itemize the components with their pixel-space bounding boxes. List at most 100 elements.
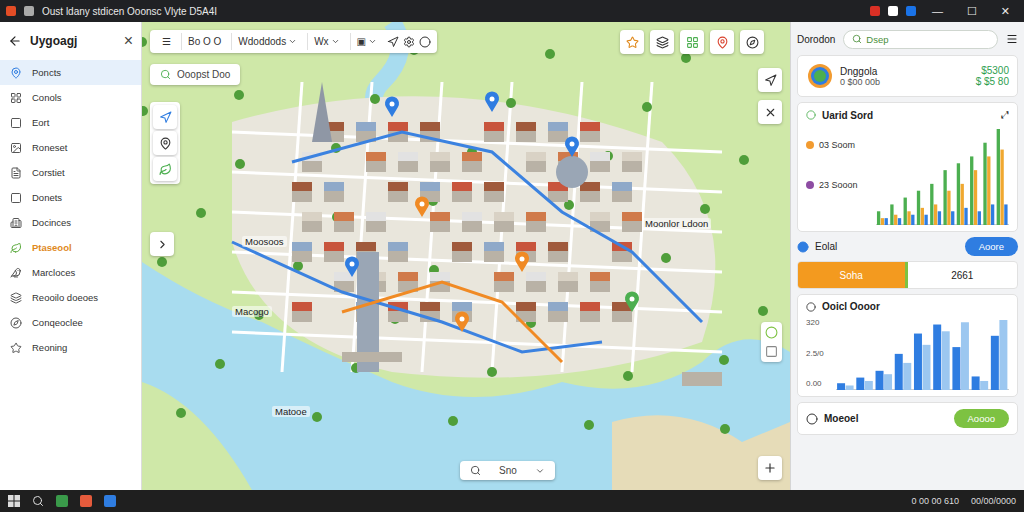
- search-icon: [470, 465, 481, 476]
- pin-button[interactable]: [710, 30, 734, 54]
- expand-button[interactable]: ⤢: [1001, 109, 1009, 121]
- map-pin-icon[interactable]: [515, 251, 529, 272]
- sidebar-item[interactable]: Poncts: [0, 60, 141, 85]
- footer-card: MoeoelAoooo: [797, 402, 1018, 435]
- square-icon[interactable]: [765, 345, 778, 358]
- chart-bar: [894, 215, 897, 225]
- map-side-buttons: [761, 322, 782, 362]
- map-pin-icon[interactable]: [565, 136, 579, 157]
- sidebar-item-icon: [10, 167, 22, 179]
- profile-icon[interactable]: [888, 6, 898, 16]
- bar-chart: [836, 316, 1009, 390]
- sidebar-item[interactable]: Eort: [0, 110, 141, 135]
- menu-icon[interactable]: [1006, 33, 1018, 45]
- tools-button[interactable]: [740, 30, 764, 54]
- map-pin-icon[interactable]: [455, 311, 469, 332]
- sidebar-item[interactable]: Marcloces: [0, 260, 141, 285]
- chart-bar: [921, 208, 924, 225]
- sidebar-item[interactable]: Reoning: [0, 335, 141, 360]
- pin-icon: [716, 36, 729, 49]
- progress-fill: Soha: [798, 262, 908, 288]
- city-map[interactable]: [142, 22, 790, 490]
- sidebar: Uygoagj×PonctsConolsEortRonesetCorstietD…: [0, 22, 142, 490]
- app-window: Oust ldany stdicen Ooonsc Vlyte D5A4I—☐✕…: [0, 0, 1024, 512]
- axis-tick: 2.5/0: [806, 349, 836, 358]
- extension-icon[interactable]: [906, 6, 916, 16]
- window-control-button[interactable]: —: [924, 5, 951, 17]
- map-label: Moonlor Ldoon: [642, 218, 711, 229]
- pin-button[interactable]: [153, 131, 177, 155]
- sidebar-item[interactable]: Ptaseool: [0, 235, 141, 260]
- legend-item: 03 Soom: [806, 125, 876, 165]
- map-expand: [150, 232, 174, 256]
- map-chip[interactable]: Ooopst Doo: [150, 64, 240, 85]
- map-pin-icon[interactable]: [415, 196, 429, 217]
- clear-button[interactable]: [758, 100, 782, 124]
- navigation-icon[interactable]: [387, 36, 399, 48]
- main: Uygoagj×PonctsConolsEortRonesetCorstietD…: [0, 22, 1024, 490]
- toolbar-button[interactable]: Wx: [307, 33, 345, 50]
- panel-title: Dorodon: [797, 34, 835, 45]
- app-icon[interactable]: [80, 495, 92, 507]
- window-control-button[interactable]: ✕: [993, 5, 1018, 18]
- confirm-button[interactable]: Aoooo: [954, 409, 1009, 428]
- legend-dot: [806, 181, 814, 189]
- sidebar-item[interactable]: Donets: [0, 185, 141, 210]
- layer-button[interactable]: [650, 30, 674, 54]
- map-pin-icon[interactable]: [345, 256, 359, 277]
- axis-tick: 0.00: [806, 379, 836, 388]
- sidebar-header: Uygoagj×: [0, 22, 141, 60]
- settings-icon[interactable]: [403, 36, 415, 48]
- circle-icon[interactable]: [419, 36, 431, 48]
- route-button[interactable]: [153, 105, 177, 129]
- grid-button[interactable]: [680, 30, 704, 54]
- menu-button[interactable]: ☰: [156, 33, 177, 50]
- add-button[interactable]: [758, 456, 782, 480]
- toolbar-button[interactable]: Bo O O: [181, 33, 227, 50]
- toolbar-button[interactable]: ▣: [350, 33, 383, 50]
- navigation-icon: [764, 74, 777, 87]
- total-label: Eolal: [815, 241, 959, 252]
- map-search[interactable]: Sno: [460, 461, 555, 480]
- chevron-down-icon: [368, 37, 377, 46]
- progress-bar: Soha2661: [797, 261, 1018, 289]
- sidebar-item[interactable]: Roneset: [0, 135, 141, 160]
- sidebar-item[interactable]: Docinces: [0, 210, 141, 235]
- back-arrow-icon[interactable]: [8, 34, 22, 48]
- toolbar-button[interactable]: Wdoddods: [231, 33, 303, 50]
- window-control-button[interactable]: ☐: [959, 5, 985, 18]
- map-area[interactable]: ☰Bo O OWdoddodsWx▣Ooopst DooMoosoosMacog…: [142, 22, 790, 490]
- app-icon[interactable]: [104, 495, 116, 507]
- account-change: $ $5 80: [976, 76, 1009, 87]
- chevron-down-icon: [535, 466, 545, 476]
- expand-button[interactable]: [150, 232, 174, 256]
- chart-card: Uarid Sord⤢03 Soom23 Sooon: [797, 102, 1018, 232]
- park-button[interactable]: [153, 157, 177, 181]
- circle-icon[interactable]: [765, 326, 778, 339]
- sidebar-item[interactable]: Corstiet: [0, 160, 141, 185]
- badge-button[interactable]: [620, 30, 644, 54]
- map-label: Matooe: [272, 406, 310, 417]
- sidebar-item[interactable]: Reooilo doeoes: [0, 285, 141, 310]
- chart-title: Ooicl Oooor: [822, 301, 1009, 312]
- map-pin-icon[interactable]: [625, 291, 639, 312]
- sidebar-item[interactable]: Conols: [0, 85, 141, 110]
- chart-bar: [877, 211, 880, 225]
- map-pin-icon[interactable]: [485, 91, 499, 112]
- panel-search[interactable]: Dsep: [843, 30, 998, 49]
- measure-button[interactable]: [758, 68, 782, 92]
- chart-bar: [991, 204, 994, 225]
- sidebar-item[interactable]: Conqeoclee: [0, 310, 141, 335]
- grid-icon: [686, 36, 699, 49]
- app-icon[interactable]: [56, 495, 68, 507]
- primary-button[interactable]: Aoore: [965, 237, 1018, 256]
- extension-icon[interactable]: [870, 6, 880, 16]
- chart-bar: [930, 184, 933, 225]
- map-pin-icon[interactable]: [385, 96, 399, 117]
- chart-bar: [1004, 204, 1007, 225]
- chart-bar: [904, 198, 907, 225]
- account-name: Dnggola: [840, 66, 970, 77]
- windows-logo-icon[interactable]: [8, 495, 20, 507]
- close-button[interactable]: ×: [124, 32, 133, 50]
- search-icon[interactable]: [32, 495, 44, 507]
